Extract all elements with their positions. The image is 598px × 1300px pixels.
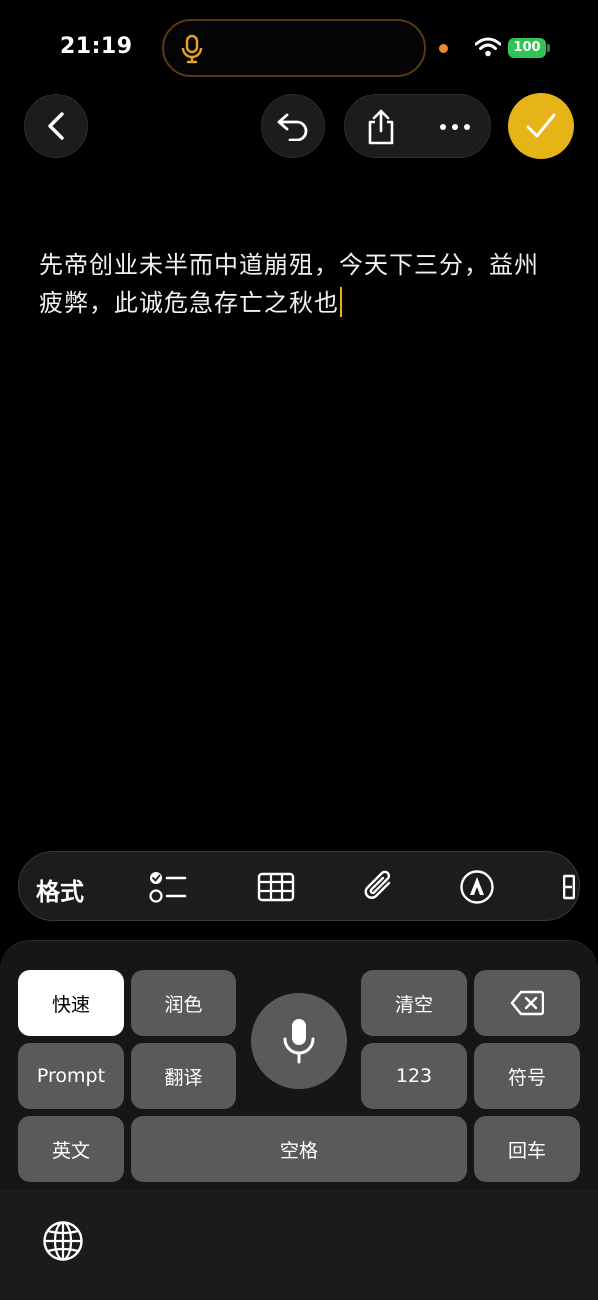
format-button[interactable]: 格式 <box>36 872 84 907</box>
note-text: 先帝创业未半而中道崩殂，今天下三分，益州疲弊，此诚危急存亡之秋也 <box>39 251 539 317</box>
wifi-icon <box>475 37 501 57</box>
back-button[interactable] <box>24 94 88 158</box>
keyboard-bottom-bar <box>0 1190 598 1300</box>
battery-indicator: 100 <box>508 38 546 58</box>
share-button[interactable] <box>359 105 403 149</box>
numbers-key[interactable]: 123 <box>361 1043 467 1109</box>
checklist-icon <box>149 872 187 903</box>
more-icon <box>563 874 575 900</box>
undo-button[interactable] <box>261 94 325 158</box>
clear-key[interactable]: 清空 <box>361 970 467 1036</box>
symbols-key[interactable]: 符号 <box>474 1043 580 1109</box>
microphone-icon <box>283 1019 315 1064</box>
english-key[interactable]: 英文 <box>18 1116 124 1182</box>
backspace-icon <box>510 990 544 1016</box>
polish-key[interactable]: 润色 <box>131 970 236 1036</box>
table-button[interactable] <box>257 869 295 905</box>
toolbar-overflow-button[interactable] <box>559 869 579 905</box>
status-time: 21:19 <box>60 34 133 59</box>
table-icon <box>257 872 295 902</box>
return-key[interactable]: 回车 <box>474 1116 580 1182</box>
voice-input-button[interactable] <box>251 993 347 1089</box>
markup-icon <box>460 870 494 904</box>
text-caret <box>340 287 342 317</box>
privacy-indicator-dot <box>439 44 448 53</box>
share-icon <box>368 109 394 145</box>
paperclip-icon <box>364 870 391 899</box>
note-body[interactable]: 先帝创业未半而中道崩殂，今天下三分，益州疲弊，此诚危急存亡之秋也 <box>39 246 559 322</box>
chevron-left-icon <box>48 112 64 140</box>
globe-icon[interactable] <box>42 1220 84 1262</box>
prompt-key[interactable]: Prompt <box>18 1043 124 1109</box>
share-more-group <box>344 94 491 158</box>
dynamic-island <box>162 19 426 77</box>
checkmark-icon <box>526 113 556 138</box>
undo-icon <box>277 113 308 141</box>
microphone-indicator-icon <box>181 34 203 64</box>
space-key[interactable]: 空格 <box>131 1116 467 1182</box>
ellipsis-icon <box>440 124 470 130</box>
done-button[interactable] <box>508 93 574 159</box>
backspace-key[interactable] <box>474 970 580 1036</box>
more-options-button[interactable] <box>433 105 477 149</box>
translate-key[interactable]: 翻译 <box>131 1043 236 1109</box>
attachment-button[interactable] <box>361 869 399 905</box>
checklist-button[interactable] <box>149 869 187 905</box>
markup-button[interactable] <box>458 869 496 905</box>
format-toolbar: 格式 <box>18 851 580 921</box>
fast-mode-key[interactable]: 快速 <box>18 970 124 1036</box>
battery-nub <box>547 44 550 52</box>
